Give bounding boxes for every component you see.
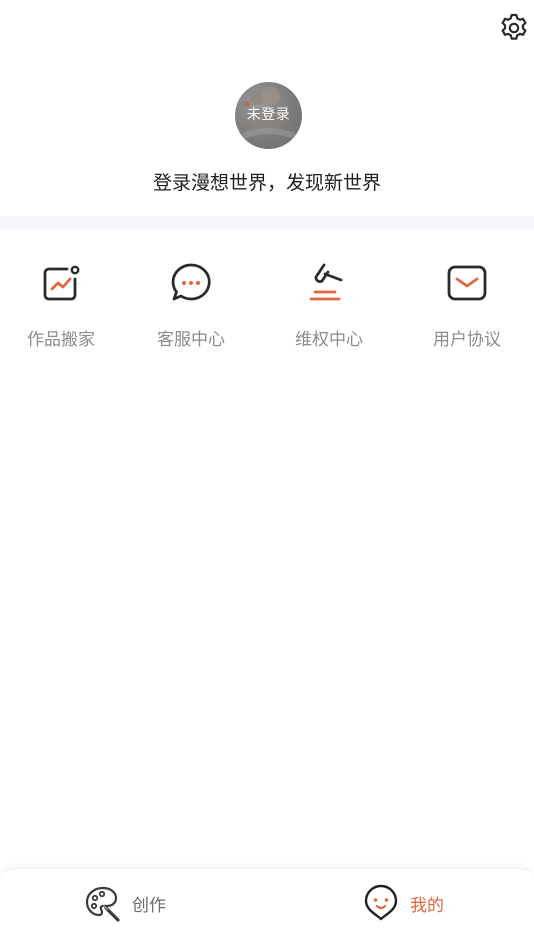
bottom-tab-bar: 创作 我的 <box>0 868 534 936</box>
section-divider <box>0 216 534 230</box>
rights-center-label: 维权中心 <box>295 330 363 350</box>
avatar[interactable]: 未登录 <box>235 82 302 149</box>
palette-icon <box>85 886 120 922</box>
user-agreement-button[interactable]: 用户协议 <box>398 255 534 355</box>
customer-service-button[interactable]: 客服中心 <box>122 255 260 355</box>
customer-service-label: 客服中心 <box>157 330 225 350</box>
migrate-works-label: 作品搬家 <box>27 330 95 350</box>
user-agreement-label: 用户协议 <box>433 330 501 350</box>
face-pin-icon <box>364 884 398 921</box>
mail-icon <box>447 265 487 301</box>
gear-icon <box>501 13 527 40</box>
quick-actions-grid: 作品搬家 客服中心 维权中心 用户协议 <box>0 255 534 355</box>
tab-mine[interactable]: 我的 <box>362 869 444 936</box>
rights-center-button[interactable]: 维权中心 <box>260 255 398 355</box>
tab-create[interactable]: 创作 <box>84 869 166 936</box>
login-prompt[interactable]: 登录漫想世界，发现新世界 <box>0 168 534 195</box>
settings-button[interactable] <box>498 12 530 44</box>
tab-create-label: 创作 <box>132 895 166 916</box>
tab-mine-label: 我的 <box>410 895 444 916</box>
migrate-works-button[interactable]: 作品搬家 <box>0 255 122 355</box>
avatar-label: 未登录 <box>246 107 291 123</box>
chart-card-icon <box>43 265 80 301</box>
chat-bubble-icon <box>171 263 211 301</box>
gavel-icon <box>309 263 343 301</box>
